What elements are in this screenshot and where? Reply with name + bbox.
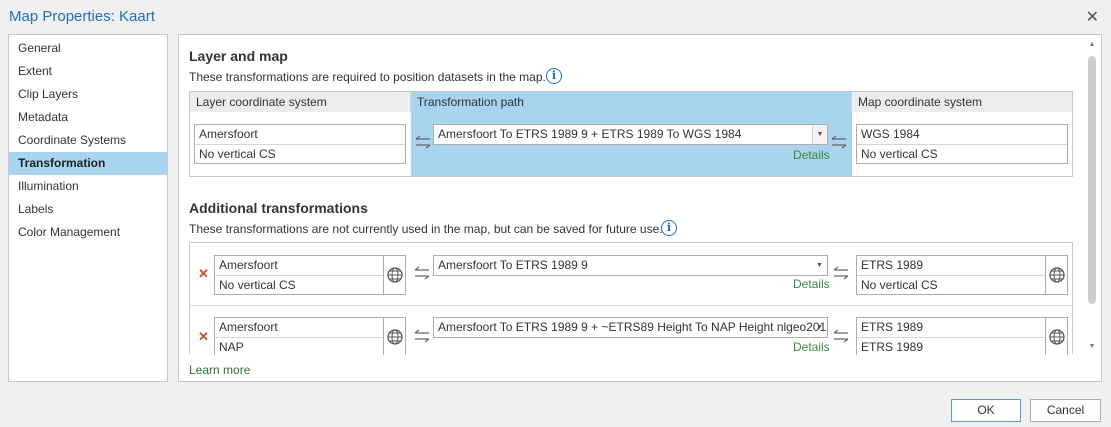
sidebar-item-color-management[interactable]: Color Management (9, 221, 167, 244)
transformation-path-dropdown[interactable]: Amersfoort To ETRS 1989 9 ▼ (433, 255, 828, 276)
details-link[interactable]: Details (793, 148, 830, 162)
globe-button[interactable] (384, 317, 406, 357)
sidebar-item-transformation[interactable]: Transformation (9, 152, 167, 175)
sidebar: General Extent Clip Layers Metadata Coor… (8, 34, 168, 382)
from-cs-field[interactable]: Amersfoort No vertical CS (214, 255, 384, 295)
from-cs-value: Amersfoort (219, 320, 278, 334)
to-vcs-value: ETRS 1989 (857, 337, 1045, 356)
to-cs-field[interactable]: ETRS 1989 ETRS 1989 (856, 317, 1046, 357)
swap-arrows-icon (414, 266, 430, 280)
transformation-path-value: Amersfoort To ETRS 1989 9 + ETRS 1989 To… (438, 127, 742, 141)
from-cs-field[interactable]: Amersfoort NAP (214, 317, 384, 357)
scroll-up-icon[interactable]: ▲ (1086, 38, 1098, 52)
layer-vcs-value: No vertical CS (195, 144, 405, 163)
sidebar-item-labels[interactable]: Labels (9, 198, 167, 221)
swap-arrows-icon (833, 266, 849, 280)
ok-button[interactable]: OK (951, 399, 1021, 422)
globe-button[interactable] (1046, 255, 1068, 295)
transformation-path-value: Amersfoort To ETRS 1989 9 + ~ETRS89 Heig… (438, 320, 828, 334)
globe-icon (387, 267, 403, 283)
sidebar-item-extent[interactable]: Extent (9, 60, 167, 83)
dropdown-arrow-icon[interactable]: ▼ (812, 125, 827, 144)
transformation-path-dropdown[interactable]: Amersfoort To ETRS 1989 9 + ~ETRS89 Heig… (433, 317, 828, 338)
swap-arrows-icon (414, 329, 430, 343)
to-cs-field[interactable]: ETRS 1989 No vertical CS (856, 255, 1046, 295)
sidebar-item-metadata[interactable]: Metadata (9, 106, 167, 129)
col-header-layer-cs: Layer coordinate system (190, 92, 411, 112)
layer-and-map-description: These transformations are required to po… (189, 70, 546, 84)
scroll-down-icon[interactable]: ▼ (1086, 340, 1098, 354)
sidebar-item-clip-layers[interactable]: Clip Layers (9, 83, 167, 106)
transformation-path-dropdown[interactable]: Amersfoort To ETRS 1989 9 + ETRS 1989 To… (433, 124, 828, 145)
from-vcs-value: No vertical CS (215, 275, 383, 294)
transformation-path-value: Amersfoort To ETRS 1989 9 (438, 258, 588, 272)
close-icon[interactable]: ✕ (1086, 7, 1099, 27)
dropdown-arrow-icon[interactable]: ▼ (812, 256, 827, 275)
layer-cs-field[interactable]: Amersfoort No vertical CS (194, 124, 406, 164)
to-cs-value: ETRS 1989 (861, 258, 924, 272)
globe-button[interactable] (384, 255, 406, 295)
dropdown-arrow-icon[interactable]: ▼ (812, 318, 827, 337)
col-header-transformation-path: Transformation path (411, 92, 852, 112)
sidebar-item-general[interactable]: General (9, 37, 167, 60)
from-vcs-value: NAP (215, 337, 383, 356)
to-vcs-value: No vertical CS (857, 275, 1045, 294)
scrollbar[interactable]: ▲ ▼ (1086, 38, 1098, 354)
col-header-map-cs: Map coordinate system (852, 92, 1072, 112)
globe-icon (1049, 267, 1065, 283)
additional-heading: Additional transformations (189, 200, 368, 216)
delete-x-icon[interactable]: ✕ (198, 266, 209, 282)
row-divider (190, 305, 1072, 306)
window-title: Map Properties: Kaart (9, 8, 155, 25)
sidebar-item-illumination[interactable]: Illumination (9, 175, 167, 198)
scrollbar-thumb[interactable] (1088, 56, 1096, 304)
map-cs-value: WGS 1984 (861, 127, 920, 141)
cancel-button[interactable]: Cancel (1030, 399, 1101, 422)
details-link[interactable]: Details (793, 277, 830, 291)
learn-more-link[interactable]: Learn more (189, 363, 250, 377)
to-cs-value: ETRS 1989 (861, 320, 924, 334)
swap-arrows-icon (831, 135, 847, 149)
sidebar-item-coordinate-systems[interactable]: Coordinate Systems (9, 129, 167, 152)
from-cs-value: Amersfoort (219, 258, 278, 272)
map-vcs-value: No vertical CS (857, 144, 1067, 163)
swap-arrows-icon (415, 135, 431, 149)
details-link[interactable]: Details (793, 340, 830, 354)
info-icon[interactable]: i (661, 220, 677, 236)
info-icon[interactable]: i (546, 68, 562, 84)
delete-x-icon[interactable]: ✕ (198, 329, 209, 345)
content-footer (179, 355, 1079, 381)
title-bar: Map Properties: Kaart ✕ (0, 0, 1111, 34)
globe-button[interactable] (1046, 317, 1068, 357)
layer-cs-value: Amersfoort (199, 127, 258, 141)
additional-description: These transformations are not currently … (189, 222, 663, 236)
map-cs-field[interactable]: WGS 1984 No vertical CS (856, 124, 1068, 164)
globe-icon (1049, 329, 1065, 345)
swap-arrows-icon (833, 329, 849, 343)
layer-and-map-heading: Layer and map (189, 48, 288, 64)
globe-icon (387, 329, 403, 345)
